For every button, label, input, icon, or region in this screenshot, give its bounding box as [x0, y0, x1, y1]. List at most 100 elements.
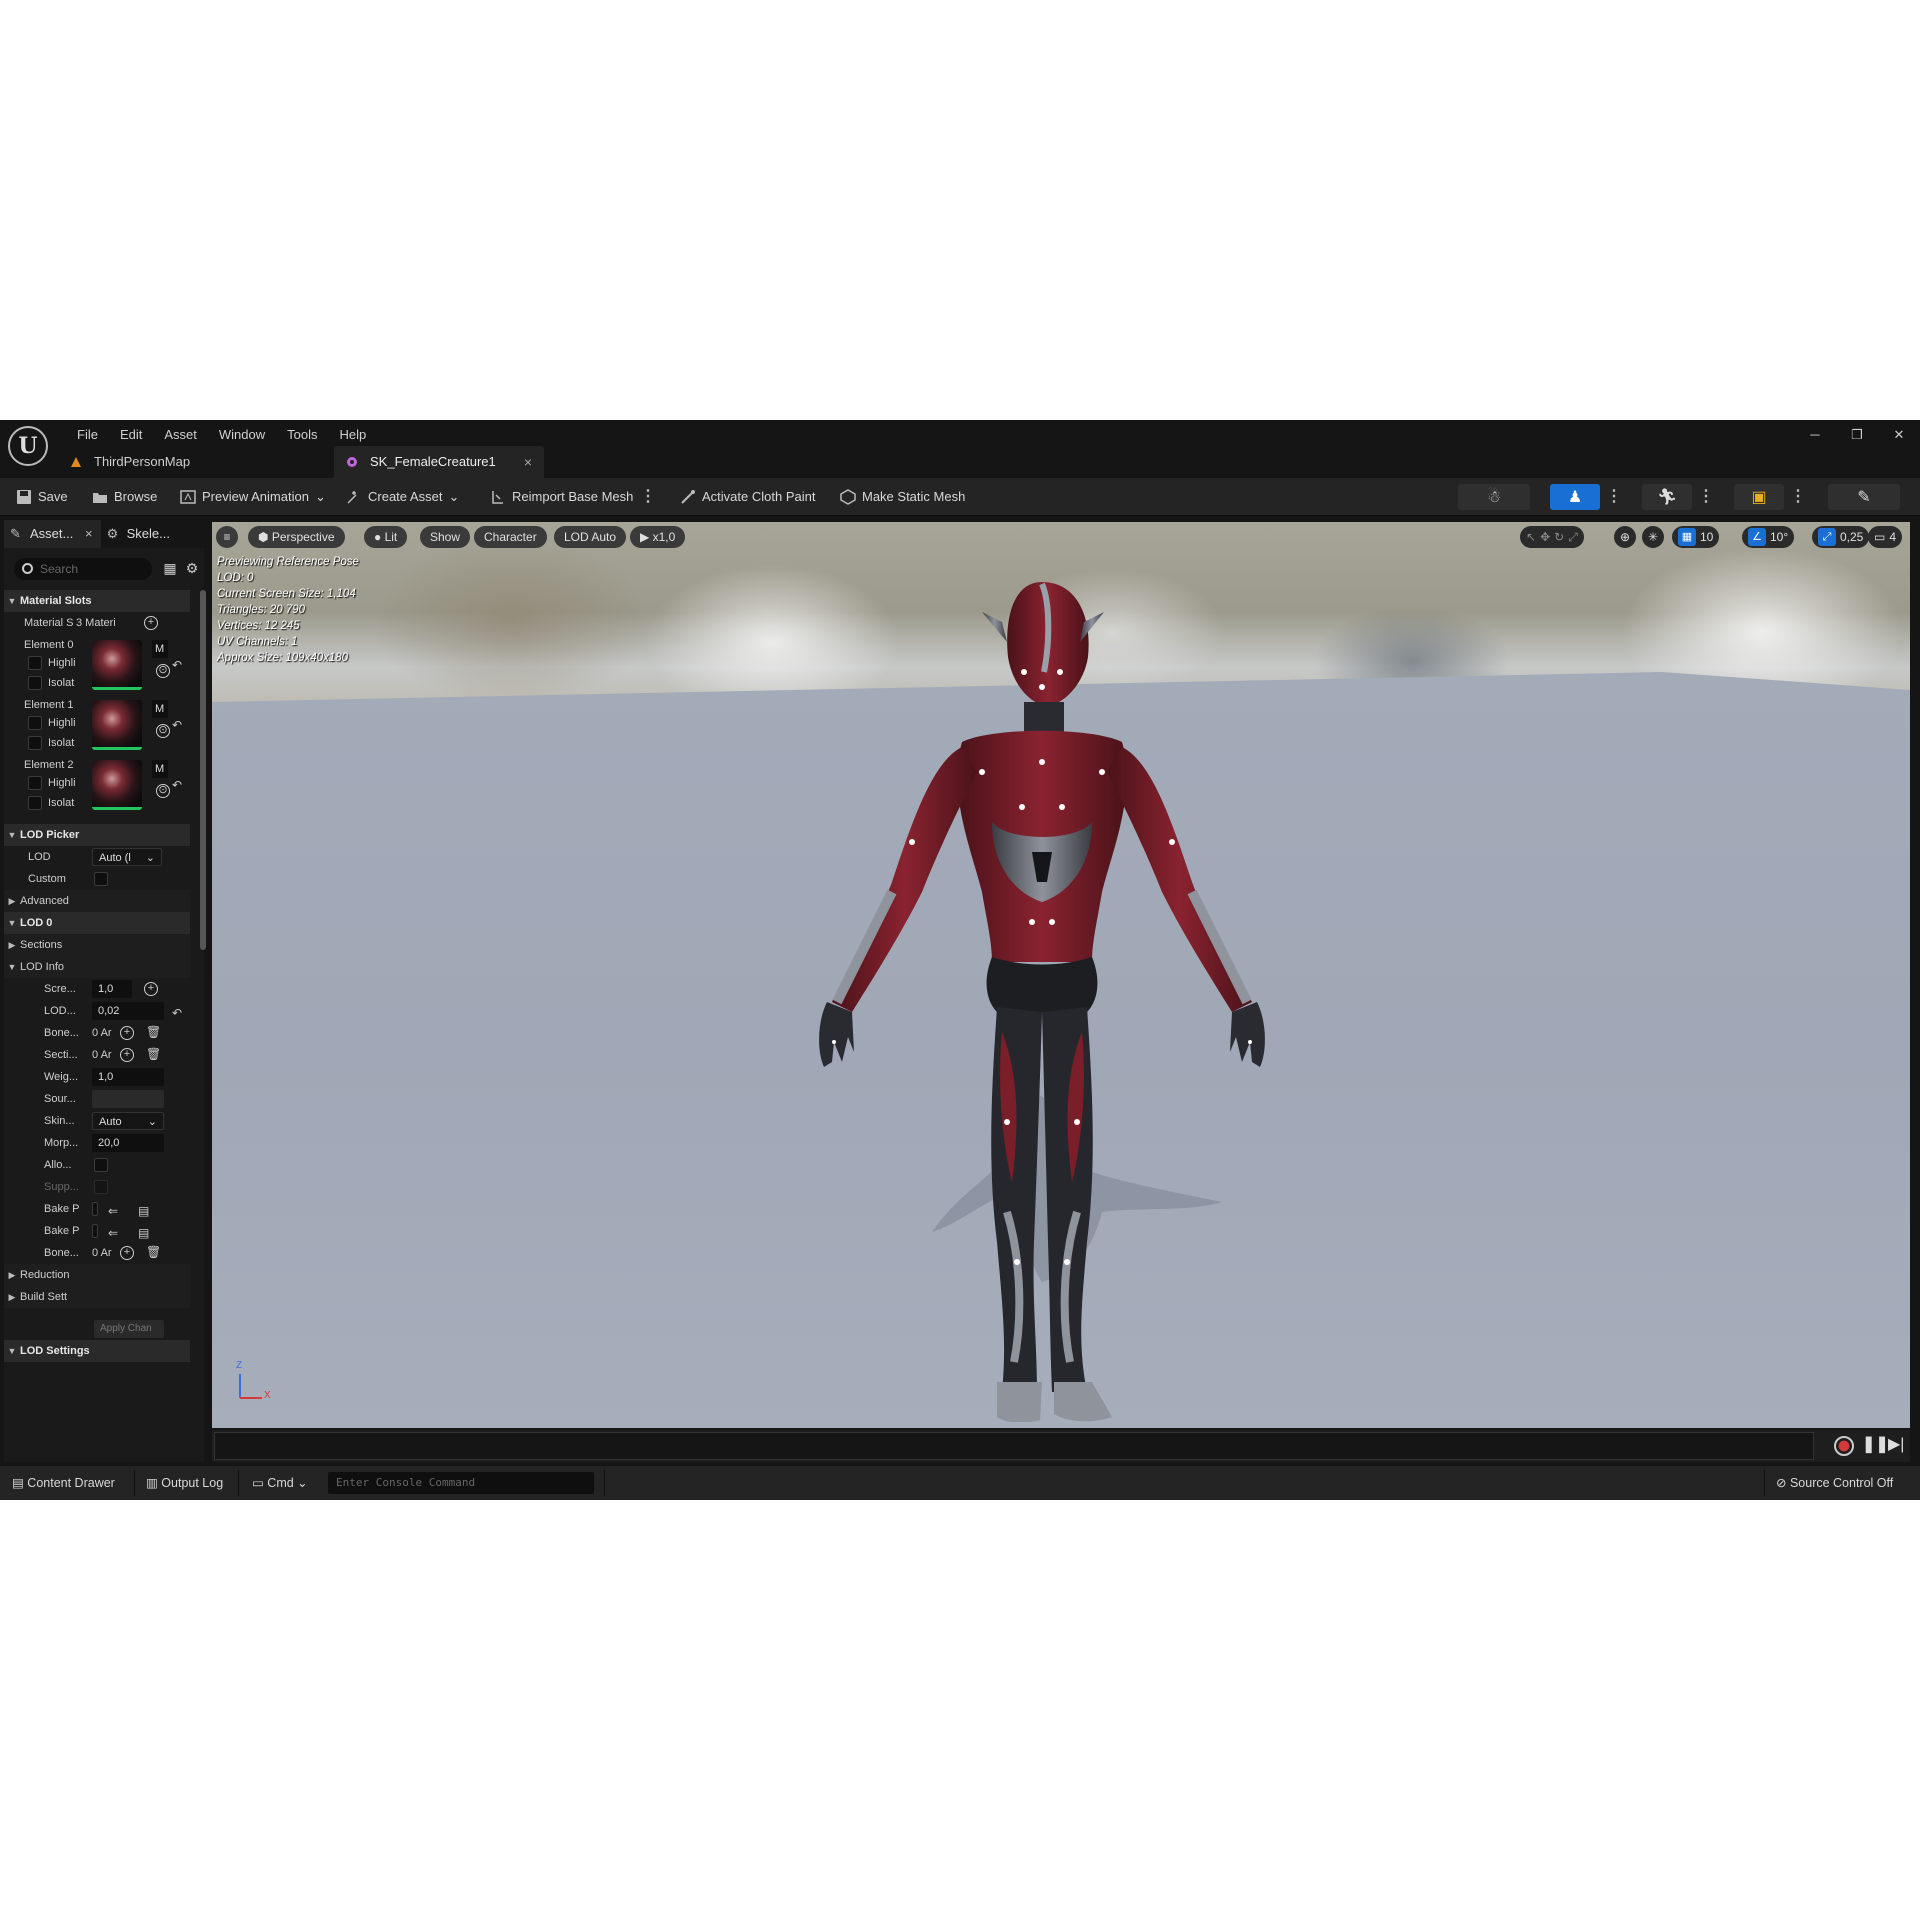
translate-icon[interactable]: ✥ [1540, 526, 1550, 548]
tab-third-person-map[interactable]: ThirdPersonMap [58, 446, 278, 478]
reimport-button[interactable]: Reimport Base Mesh [490, 478, 633, 516]
mesh-mode-button[interactable]: ♟ [1550, 484, 1600, 510]
close-icon[interactable]: × [85, 526, 93, 541]
lod-hysteresis-field[interactable]: 0,02 [92, 1002, 164, 1020]
timeline-track[interactable] [214, 1432, 1814, 1460]
mesh-mode-options-icon[interactable]: ⋮ [1606, 484, 1622, 510]
cmd-dropdown[interactable]: ▭ Cmd ⌄ [252, 1466, 308, 1500]
source-control-button[interactable]: ⊘ Source Control Off [1776, 1466, 1893, 1500]
animation-mode-button[interactable]: 🏃︎ [1642, 484, 1692, 510]
trash-icon[interactable]: 🗑︎ [146, 1245, 161, 1260]
character-button[interactable]: Character [474, 526, 547, 548]
highlight-checkbox[interactable] [28, 716, 42, 730]
rotate-icon[interactable]: ↻ [1554, 526, 1564, 548]
activate-cloth-paint-button[interactable]: Activate Cloth Paint [680, 478, 815, 516]
surface-snap-icon[interactable]: ✳ [1642, 526, 1664, 548]
animation-mode-options-icon[interactable]: ⋮ [1698, 484, 1714, 510]
perspective-button[interactable]: ⬢ Perspective [248, 526, 345, 548]
bake-pose-field[interactable] [92, 1202, 98, 1216]
browse-material-icon[interactable]: ⊙ [156, 724, 170, 738]
highlight-checkbox[interactable] [28, 656, 42, 670]
step-forward-icon[interactable]: ▶| [1888, 1434, 1904, 1454]
isolate-checkbox[interactable] [28, 796, 42, 810]
category-lod0[interactable]: ▼ LOD 0 [4, 912, 190, 934]
minimize-button[interactable]: ─ [1794, 420, 1836, 450]
use-selected-icon[interactable]: ⇐ [108, 1200, 118, 1222]
highlight-checkbox[interactable] [28, 776, 42, 790]
category-reduction[interactable]: ▶ Reduction [4, 1264, 190, 1286]
content-drawer-button[interactable]: ▤ Content Drawer [12, 1466, 115, 1500]
add-icon[interactable]: + [120, 1026, 134, 1040]
lit-button[interactable]: ● Lit [364, 526, 408, 548]
angle-snap-toggle[interactable]: ∠ 10° [1742, 526, 1795, 548]
skin-cache-dropdown[interactable]: Auto ⌄ [92, 1112, 164, 1130]
category-material-slots[interactable]: ▼ Material Slots [4, 590, 190, 612]
preview-viewport[interactable]: ≡ ⬢ Perspective ● Lit Show Character LOD… [212, 522, 1910, 1428]
morph-field[interactable]: 20,0 [92, 1134, 164, 1152]
grid-snap-toggle[interactable]: ▦ 10 [1672, 526, 1720, 548]
menu-window[interactable]: Window [208, 424, 276, 446]
menu-file[interactable]: File [66, 424, 109, 446]
select-icon[interactable]: ↖ [1526, 526, 1536, 548]
material-thumbnail[interactable] [92, 700, 142, 750]
reset-icon[interactable]: ↶ [172, 654, 182, 676]
menu-help[interactable]: Help [328, 424, 377, 446]
isolate-checkbox[interactable] [28, 736, 42, 750]
gear-icon[interactable]: ⚙︎ [184, 560, 200, 576]
restore-button[interactable]: ❐ [1836, 420, 1878, 450]
trash-icon[interactable]: 🗑︎ [146, 1047, 161, 1062]
close-window-button[interactable]: ✕ [1878, 420, 1920, 450]
character-mesh[interactable] [792, 562, 1292, 1422]
lod-auto-button[interactable]: LOD Auto [554, 526, 627, 548]
screen-size-field[interactable]: 1,0 [92, 980, 132, 998]
physics-mode-button[interactable]: ✎ [1828, 484, 1900, 510]
menu-tools[interactable]: Tools [276, 424, 328, 446]
scale-snap-toggle[interactable]: ⤢ 0,25 [1812, 526, 1870, 548]
unreal-logo-icon[interactable]: U [8, 426, 48, 466]
add-icon[interactable]: + [120, 1048, 134, 1062]
category-lod-settings[interactable]: ▼ LOD Settings [4, 1340, 190, 1362]
pause-icon[interactable]: ❚❚ [1862, 1434, 1889, 1454]
play-speed-button[interactable]: ▶ x1,0 [630, 526, 686, 548]
browse-icon[interactable]: ▤ [138, 1200, 149, 1222]
close-icon[interactable]: × [524, 446, 532, 478]
custom-checkbox[interactable] [94, 872, 108, 886]
weight-field[interactable]: 1,0 [92, 1068, 164, 1086]
category-build-settings[interactable]: ▶ Build Sett [4, 1286, 190, 1308]
show-button[interactable]: Show [420, 526, 471, 548]
make-static-mesh-button[interactable]: Make Static Mesh [840, 478, 965, 516]
console-input[interactable]: Enter Console Command [328, 1472, 594, 1494]
skeleton-mode-button[interactable]: ☃ [1458, 484, 1530, 510]
reset-icon[interactable]: ↶ [172, 1002, 182, 1024]
table-view-icon[interactable]: ▦ [162, 560, 178, 576]
material-thumbnail[interactable] [92, 640, 142, 690]
panel-scrollbar[interactable] [200, 590, 206, 950]
camera-speed-button[interactable]: ▭ 4 [1868, 526, 1903, 548]
create-asset-button[interactable]: Create Asset ⌄ [346, 478, 459, 516]
add-icon[interactable]: + [144, 982, 158, 996]
category-lod-info[interactable]: ▼ LOD Info [4, 956, 190, 978]
record-icon[interactable] [1834, 1436, 1854, 1456]
world-space-icon[interactable]: ⊕ [1614, 526, 1636, 548]
blueprint-mode-button[interactable]: ▣ [1734, 484, 1784, 510]
menu-edit[interactable]: Edit [109, 424, 153, 446]
preview-animation-button[interactable]: Preview Animation ⌄ [180, 478, 326, 516]
reimport-options-icon[interactable]: ⋮ [640, 484, 656, 510]
category-lod-picker[interactable]: ▼ LOD Picker [4, 824, 190, 846]
save-button[interactable]: Save [16, 478, 68, 516]
reset-icon[interactable]: ↶ [172, 774, 182, 796]
menu-asset[interactable]: Asset [153, 424, 208, 446]
tab-skeleton-tree[interactable]: ⚙︎ Skele... [101, 520, 178, 548]
search-input[interactable]: Search [14, 558, 152, 580]
trash-icon[interactable]: 🗑︎ [146, 1025, 161, 1040]
tab-asset-details[interactable]: ✎ Asset... × [4, 520, 101, 548]
lod-dropdown[interactable]: Auto (l ⌄ [92, 848, 162, 866]
add-material-icon[interactable]: + [144, 616, 158, 630]
category-sections[interactable]: ▶ Sections [4, 934, 190, 956]
category-advanced[interactable]: ▶ Advanced [4, 890, 190, 912]
bake-pose-override-field[interactable] [92, 1224, 98, 1238]
browse-icon[interactable]: ▤ [138, 1222, 149, 1244]
scale-icon[interactable]: ⤢ [1568, 526, 1578, 548]
blueprint-mode-options-icon[interactable]: ⋮ [1790, 484, 1806, 510]
output-log-button[interactable]: ▥ Output Log [146, 1466, 223, 1500]
